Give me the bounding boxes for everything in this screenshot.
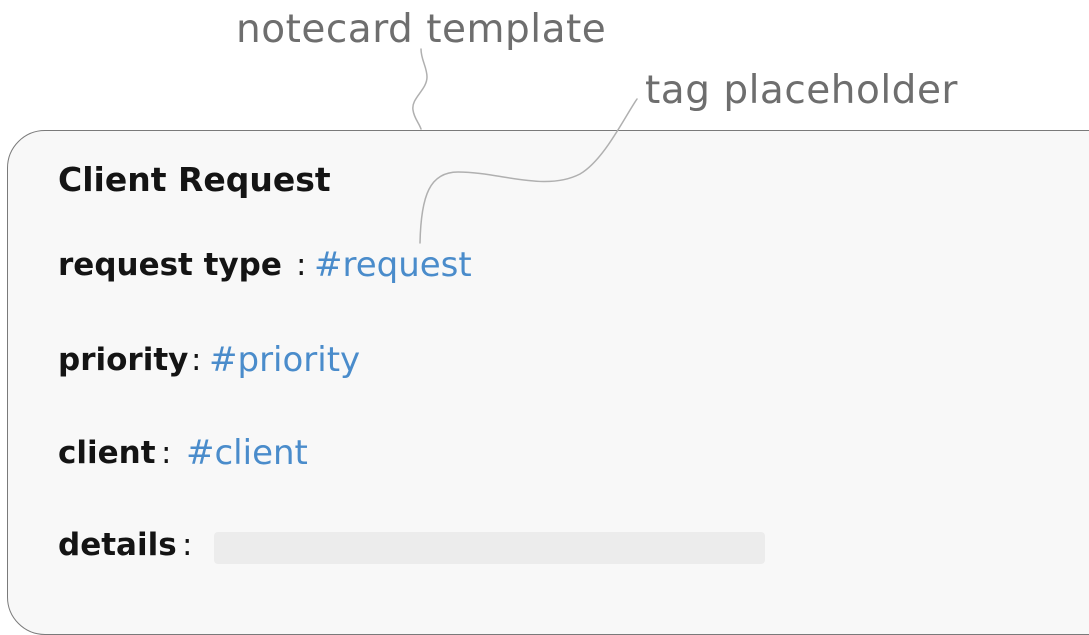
notecard-template-callout: notecard template	[236, 7, 607, 52]
priority-label: priority	[58, 342, 189, 378]
card-title: Client Request	[58, 160, 331, 199]
request-tag[interactable]: #request	[314, 248, 472, 282]
client-label: client	[58, 435, 156, 471]
notecard-template-leader-line	[412, 48, 428, 130]
priority-tag[interactable]: #priority	[209, 343, 360, 377]
tag-placeholder-callout: tag placeholder	[645, 68, 958, 113]
client-colon: :	[161, 435, 172, 471]
details-colon: :	[182, 527, 193, 563]
client-tag[interactable]: #client	[186, 436, 308, 470]
request-type-label: request type	[58, 247, 282, 283]
details-field[interactable]	[214, 532, 765, 564]
request-type-colon: :	[296, 247, 307, 283]
details-label: details	[58, 527, 177, 563]
priority-colon: :	[191, 342, 202, 378]
